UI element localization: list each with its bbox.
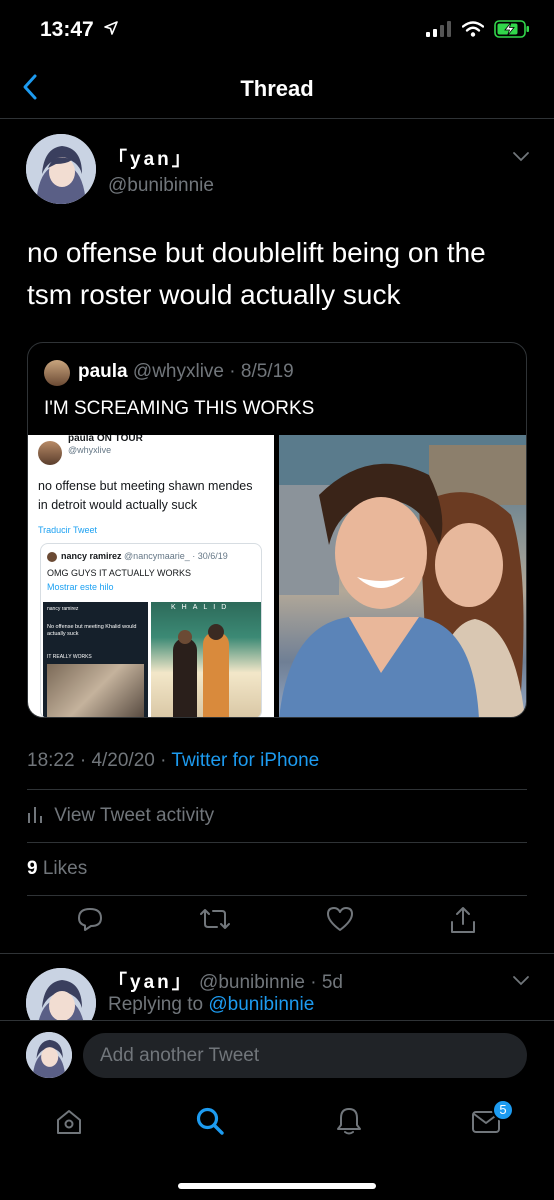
tweet-time: 18:22: [27, 750, 75, 771]
screenshot-handle: @whyxlive: [68, 445, 112, 455]
display-name: 「yan」: [108, 149, 194, 170]
screenshot-avatar: [38, 441, 62, 465]
location-arrow-icon: [103, 21, 118, 35]
screenshot-inner-date: 30/6/19: [197, 551, 228, 561]
replying-to: Replying to @bunibinnie: [108, 994, 314, 1016]
retweet-button[interactable]: [200, 906, 230, 937]
tweet-source-link[interactable]: Twitter for iPhone: [171, 750, 319, 771]
quoted-display-name: paula: [78, 361, 128, 382]
mini-works: IT REALLY WORKS: [47, 654, 92, 660]
view-activity-label: View Tweet activity: [54, 805, 215, 826]
view-activity-button[interactable]: View Tweet activity: [27, 805, 214, 827]
tab-messages[interactable]: 5: [471, 1099, 514, 1139]
status-time: 13:47: [40, 18, 118, 42]
retweet-icon: [200, 909, 230, 929]
share-icon: [451, 907, 475, 933]
quoted-date: 8/5/19: [240, 361, 294, 382]
mini-screenshot: nancy ramirez No offense but meeting Kha…: [43, 602, 148, 717]
mini-text: No offense but meeting Khalid would actu…: [47, 624, 137, 637]
screenshot-inner-text: OMG GUYS IT ACTUALLY WORKS: [47, 568, 192, 578]
home-indicator: [178, 1183, 376, 1189]
avatar[interactable]: [26, 134, 96, 204]
screenshot-translate: Traducir Tweet: [38, 525, 98, 535]
divider: [27, 842, 527, 843]
page-title: Thread: [240, 76, 314, 101]
screenshot-text: no offense but meeting shawn mendes in d…: [38, 479, 253, 512]
cellular-signal-icon: [426, 21, 451, 37]
avatar-image: [26, 134, 96, 204]
replying-to-link[interactable]: @bunibinnie: [208, 994, 314, 1015]
selfie-photo: [279, 435, 526, 717]
reply-icon: [78, 908, 102, 931]
tweet-actions: [0, 906, 554, 946]
mini-banner: KHALID: [171, 604, 233, 611]
tweet-text: no offense but doublelift being on the t…: [27, 237, 486, 310]
screenshot-name: paula ON TOUR: [68, 435, 143, 444]
reply-handle[interactable]: @bunibinnie: [199, 972, 305, 993]
messages-badge: 5: [492, 1099, 514, 1121]
battery-charging-icon: [494, 20, 529, 38]
search-icon: [196, 1107, 224, 1135]
reply-age: 5d: [321, 972, 343, 993]
quoted-header: paula @whyxlive · 8/5/19: [78, 361, 294, 382]
wifi-icon: [462, 21, 484, 37]
share-button[interactable]: [450, 906, 476, 939]
status-indicators: [426, 20, 530, 38]
avatar-image: [26, 1032, 72, 1078]
tweet-date: 4/20/20: [91, 750, 155, 771]
likes-label: Likes: [42, 858, 88, 879]
add-tweet-input[interactable]: Add another Tweet: [83, 1033, 527, 1078]
tweet-author[interactable]: 「yan」 @bunibinnie: [108, 144, 214, 197]
reply-button[interactable]: [77, 906, 103, 937]
quoted-tweet[interactable]: paula @whyxlive · 8/5/19 I'M SCREAMING T…: [27, 342, 527, 718]
bell-icon: [337, 1108, 361, 1135]
heart-icon: [327, 907, 353, 931]
tab-search[interactable]: [195, 1106, 225, 1141]
screenshot-inner-quote: nancy ramirez @nancymaarie_ · 30/6/19 OM…: [40, 543, 262, 717]
divider: [27, 895, 527, 896]
screenshot-inner-name: nancy ramirez: [61, 551, 122, 561]
replying-prefix: Replying to: [108, 994, 204, 1015]
header-divider: [0, 118, 554, 119]
mini-khalid-photo: KHALID: [151, 602, 261, 717]
handle: @bunibinnie: [108, 175, 214, 196]
likes-count-link[interactable]: 9 Likes: [27, 858, 87, 880]
tweet-meta: 18:22 · 4/20/20 · Twitter for iPhone: [27, 750, 320, 771]
tweet-menu-button[interactable]: [512, 150, 530, 168]
tab-notifications[interactable]: [335, 1106, 363, 1141]
mini-photo-grid: [47, 664, 144, 717]
reply-display-name[interactable]: 「yan」: [108, 972, 194, 993]
chevron-down-icon: [513, 976, 529, 986]
divider: [27, 789, 527, 790]
tab-home[interactable]: [55, 1108, 83, 1141]
home-icon: [57, 1110, 81, 1134]
quoted-image-photo[interactable]: [279, 435, 526, 717]
screenshot-inner-handle: @nancymaarie_: [124, 551, 190, 561]
reply-header: 「yan」 @bunibinnie · 5d: [108, 972, 343, 993]
screenshot-inner-show: Mostrar este hilo: [47, 582, 114, 592]
mini-name: nancy ramirez: [47, 606, 79, 612]
quoted-avatar: [44, 360, 70, 386]
analytics-bars-icon: [28, 807, 42, 823]
quoted-image-screenshot[interactable]: paula ON TOUR @whyxlive no offense but m…: [28, 435, 274, 717]
quoted-handle: @whyxlive: [132, 361, 224, 382]
divider: [0, 953, 554, 954]
reply-menu-button[interactable]: [512, 974, 530, 992]
like-button[interactable]: [326, 906, 354, 937]
chevron-down-icon: [513, 152, 529, 162]
composer-avatar: [26, 1032, 72, 1078]
likes-count: 9: [27, 858, 38, 879]
add-tweet-placeholder: Add another Tweet: [100, 1045, 260, 1066]
quoted-text: I'M SCREAMING THIS WORKS: [44, 398, 315, 419]
